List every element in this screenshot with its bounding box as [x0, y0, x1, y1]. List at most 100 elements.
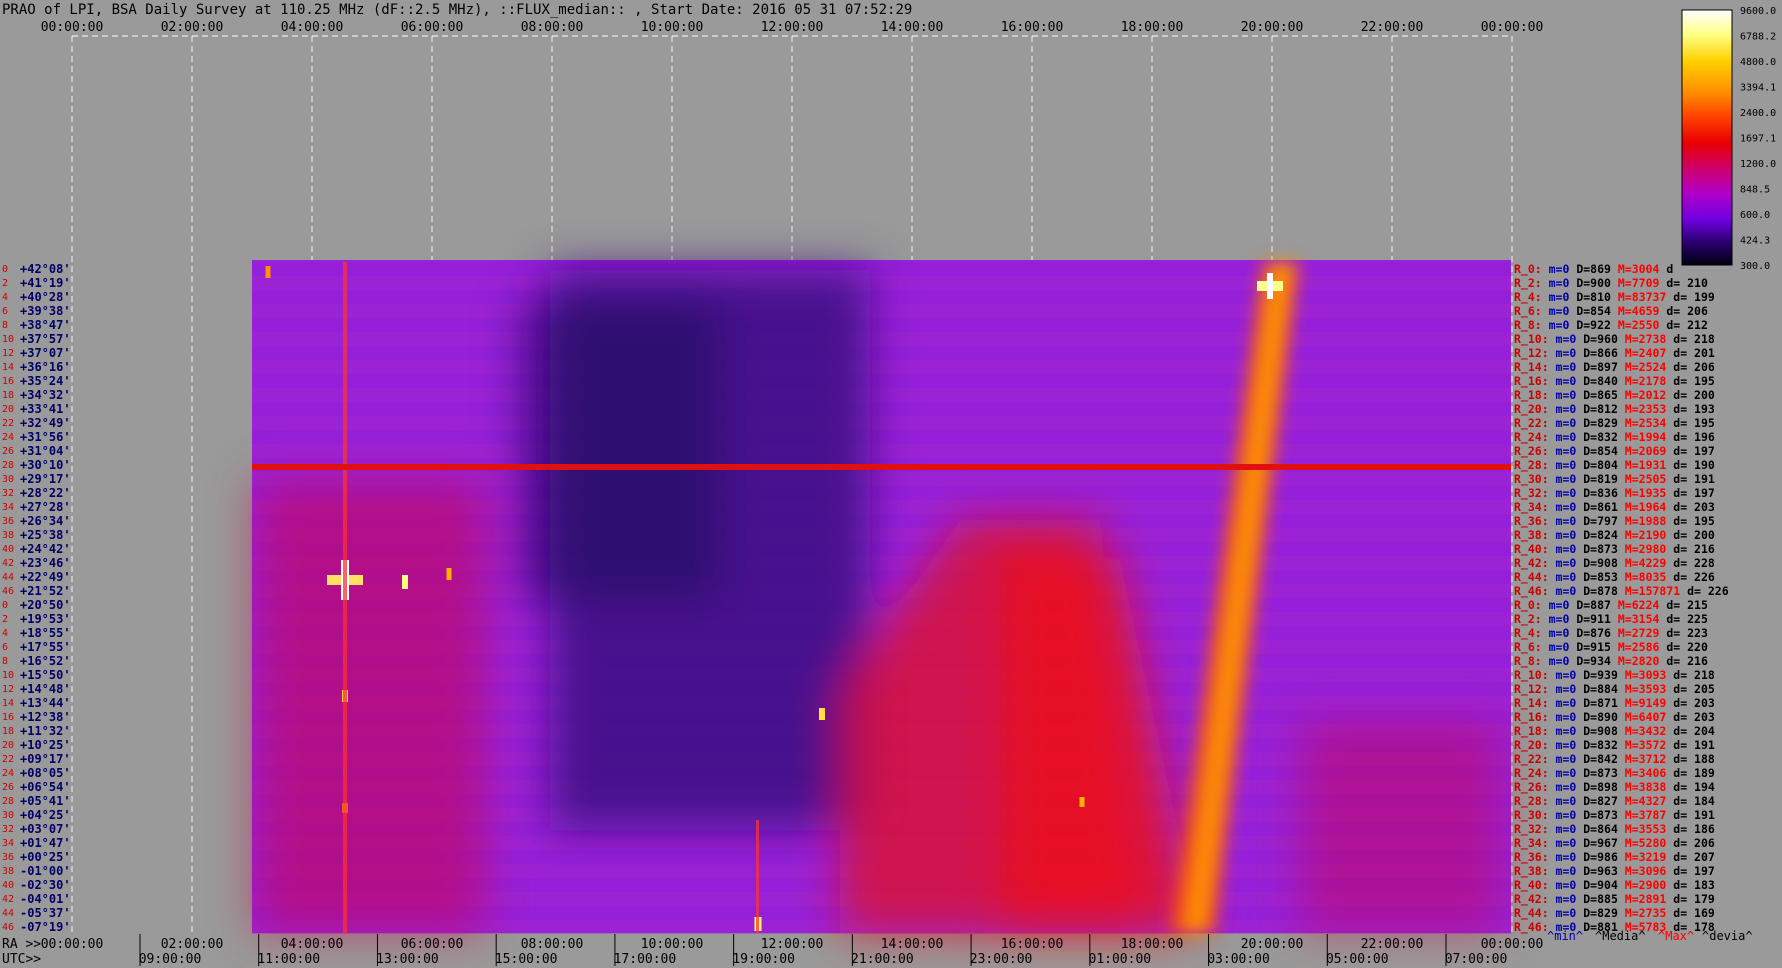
declination-label: +22°49'	[20, 570, 71, 584]
beam-number: 32	[2, 824, 14, 835]
beam-stat-dev: d= 179	[1673, 892, 1715, 906]
declination-label: +01°47'	[20, 836, 71, 850]
beam-stat-row: R_22: m=0 D=842 M=3712 d= 188	[1514, 752, 1715, 767]
beam-stat-median: D=939	[1583, 668, 1625, 682]
beam-stat-label: R_16:	[1514, 374, 1556, 389]
bright-source	[1267, 273, 1273, 299]
beam-stat-dev: d= 194	[1673, 780, 1715, 794]
beam-number: 44	[2, 908, 14, 919]
beam-stat-max: M=2729	[1618, 626, 1666, 640]
colorbar-tick-label: 9600.0	[1740, 6, 1776, 17]
beam-stat-min: m=0	[1556, 444, 1584, 458]
beam-stat-min: m=0	[1556, 752, 1584, 766]
beam-stat-dev: d= 201	[1673, 346, 1715, 360]
beam-stat-min: m=0	[1556, 416, 1584, 430]
beam-number: 2	[2, 614, 8, 625]
declination-label: +34°32'	[20, 388, 71, 402]
beam-stat-min: m=0	[1549, 304, 1577, 318]
beam-stat-dev: d= 210	[1666, 276, 1708, 290]
beam-stat-max: M=6407	[1625, 710, 1673, 724]
bright-source	[265, 266, 271, 278]
declination-label: +31°04'	[20, 444, 71, 458]
beam-number: 16	[2, 376, 14, 387]
beam-number: 38	[2, 866, 14, 877]
declination-label: +14°48'	[20, 682, 71, 696]
beam-stat-min: m=0	[1556, 360, 1584, 374]
beam-stat-min: m=0	[1556, 710, 1584, 724]
beam-stat-min: m=0	[1549, 290, 1577, 304]
declination-label: +12°38'	[20, 710, 71, 724]
beam-stat-row: R_6: m=0 D=915 M=2586 d= 220	[1514, 640, 1708, 655]
top-tick-label: 20:00:00	[1241, 20, 1304, 35]
beam-stat-label: R_24:	[1514, 430, 1556, 445]
beam-stat-dev: d= 199	[1673, 290, 1715, 304]
beam-stat-row: R_34: m=0 D=967 M=5280 d= 206	[1514, 836, 1715, 851]
beam-stat-min: m=0	[1556, 374, 1584, 388]
beam-stat-row: R_16: m=0 D=890 M=6407 d= 203	[1514, 710, 1715, 725]
declination-label: +05°41'	[20, 794, 71, 808]
beam-stat-min: m=0	[1556, 780, 1584, 794]
beam-stat-dev: d= 216	[1673, 542, 1715, 556]
beam-stat-row: R_30: m=0 D=819 M=2505 d= 191	[1514, 472, 1715, 487]
colorbar-tick-label: 1200.0	[1740, 159, 1776, 170]
beam-stat-dev: d= 203	[1673, 710, 1715, 724]
beam-stat-label: R_40:	[1514, 878, 1556, 893]
beam-stat-dev: d	[1666, 262, 1673, 276]
declination-label: +37°07'	[20, 346, 71, 360]
heatmap-area	[252, 260, 1511, 934]
declination-label: +23°46'	[20, 556, 71, 570]
heatmap-row	[252, 388, 1511, 402]
beam-stat-dev: d= 216	[1666, 654, 1708, 668]
declination-label: +25°38'	[20, 528, 71, 542]
beam-stat-dev: d= 218	[1673, 332, 1715, 346]
beam-number: 18	[2, 390, 14, 401]
beam-stat-dev: d= 196	[1673, 430, 1715, 444]
beam-stat-label: R_26:	[1514, 780, 1556, 795]
beam-stat-max: M=2534	[1625, 416, 1673, 430]
beam-stat-max: M=3154	[1618, 612, 1666, 626]
beam-stat-min: m=0	[1549, 654, 1577, 668]
beam-stat-median: D=904	[1583, 878, 1625, 892]
beam-number: 10	[2, 334, 14, 345]
beam-stat-median: D=832	[1583, 738, 1625, 752]
beam-stat-label: R_20:	[1514, 402, 1556, 417]
beam-stat-min: m=0	[1556, 836, 1584, 850]
beam-stat-max: M=3004	[1618, 262, 1666, 276]
beam-stat-dev: d= 207	[1673, 850, 1715, 864]
beam-stat-median: D=897	[1583, 360, 1625, 374]
beam-stat-dev: d= 223	[1666, 626, 1708, 640]
beam-stat-label: R_6:	[1514, 304, 1549, 319]
heatmap-row	[252, 374, 1511, 388]
beam-stat-label: R_42:	[1514, 892, 1556, 907]
beam-stat-min: m=0	[1556, 556, 1584, 570]
declination-label: -01°00'	[20, 864, 71, 878]
declination-label: +30°10'	[20, 458, 71, 472]
beam-stat-median: D=797	[1583, 514, 1625, 528]
legend-dev: ^devia^	[1702, 929, 1753, 943]
ra-tick-label: 06:00:00	[401, 937, 464, 952]
beam-stat-min: m=0	[1556, 528, 1584, 542]
beam-number: 28	[2, 796, 14, 807]
declination-label: +10°25'	[20, 738, 71, 752]
legend-min: ^min^	[1547, 929, 1583, 943]
beam-number: 22	[2, 418, 14, 429]
beam-stat-max: M=3572	[1625, 738, 1673, 752]
beam-stat-dev: d= 203	[1673, 696, 1715, 710]
top-tick-label: 12:00:00	[761, 20, 824, 35]
declination-label: +21°52'	[20, 584, 71, 598]
beam-stat-row: R_10: m=0 D=939 M=3093 d= 218	[1514, 668, 1715, 683]
beam-stat-median: D=836	[1583, 486, 1625, 500]
beam-number: 4	[2, 292, 8, 303]
beam-stat-max: M=2891	[1625, 892, 1673, 906]
colorbar-tick-label: 4800.0	[1740, 57, 1776, 68]
beam-stat-row: R_20: m=0 D=832 M=3572 d= 191	[1514, 738, 1715, 753]
beam-stat-dev: d= 197	[1673, 864, 1715, 878]
beam-stat-row: R_32: m=0 D=836 M=1935 d= 197	[1514, 486, 1715, 501]
beam-stat-label: R_2:	[1514, 612, 1549, 627]
beam-stat-max: M=2012	[1625, 388, 1673, 402]
beam-stat-label: R_28:	[1514, 794, 1556, 809]
beam-stat-label: R_14:	[1514, 696, 1556, 711]
colorbar-ticks: 9600.0 6788.2 4800.0 3394.1 2400.0 1697.1 1200…	[1740, 6, 1776, 272]
beam-stat-median: D=832	[1583, 430, 1625, 444]
declination-label: +37°57'	[20, 332, 71, 346]
